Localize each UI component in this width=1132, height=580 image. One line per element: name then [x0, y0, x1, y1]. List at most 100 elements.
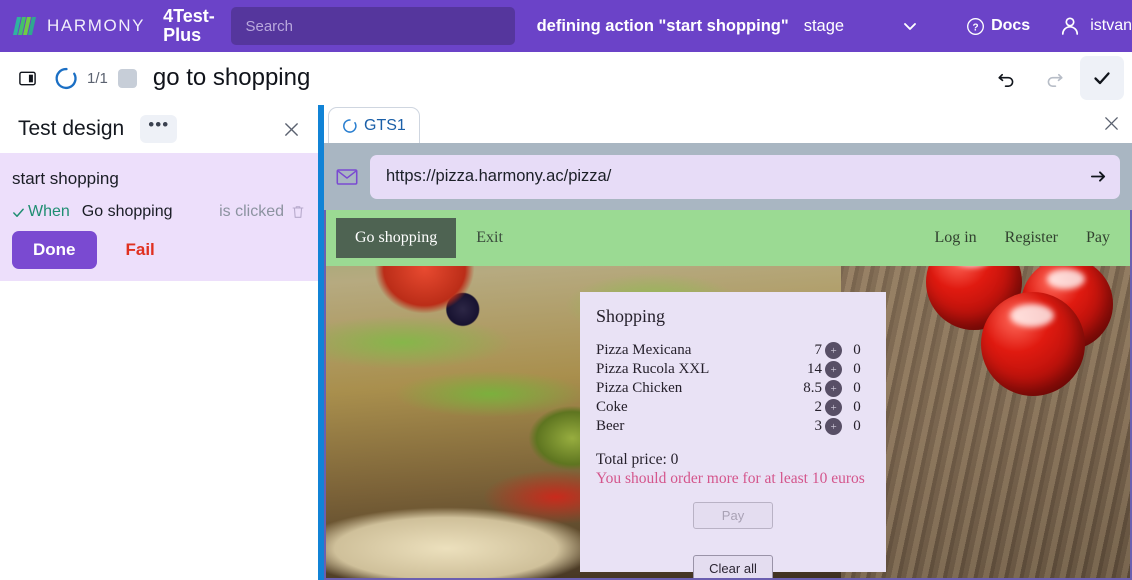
step-counter: 1/1 [87, 69, 108, 87]
add-item-button[interactable]: + [824, 361, 842, 378]
url-bar[interactable] [370, 154, 1120, 199]
app-top-bar: HARMONY 4Test-Plus defining action "star… [0, 0, 1132, 52]
add-item-button[interactable]: + [824, 342, 842, 359]
table-row: Beer 3 + 0 [596, 417, 870, 436]
item-name: Pizza Rucola XXL [596, 361, 710, 377]
pay-link[interactable]: Pay [1086, 229, 1110, 247]
item-name: Coke [596, 399, 628, 415]
table-row: Pizza Chicken 8.5 + 0 [596, 379, 870, 398]
tomato-photo-3 [981, 292, 1085, 396]
browser-tabstrip: GTS1 [324, 105, 1132, 143]
confirm-button[interactable] [1080, 56, 1124, 100]
when-clause[interactable]: When [12, 203, 70, 221]
close-icon [1104, 116, 1118, 130]
search-input[interactable] [231, 7, 515, 45]
item-name: Beer [596, 418, 625, 434]
docs-link[interactable]: ? Docs [966, 17, 1030, 36]
browser-close-button[interactable] [1098, 110, 1124, 136]
stage-dropdown-toggle[interactable] [900, 16, 920, 36]
undo-button[interactable] [984, 56, 1028, 100]
site-navbar: Go shopping Exit Log in Register Pay [326, 210, 1130, 266]
user-menu[interactable]: istvan [1058, 14, 1132, 38]
item-quantity: 0 [853, 342, 861, 358]
table-row: Pizza Rucola XXL 14 + 0 [596, 360, 870, 379]
brand-logo[interactable]: HARMONY [0, 15, 145, 37]
test-design-header: Test design ••• [0, 105, 318, 153]
harmony-logo-icon [13, 17, 36, 35]
url-input[interactable] [384, 166, 1089, 187]
exit-link[interactable]: Exit [476, 229, 503, 247]
action-card: start shopping When Go shopping is click… [0, 153, 318, 281]
fail-button[interactable]: Fail [120, 239, 161, 261]
context-title: defining action "start shopping" [536, 16, 789, 35]
item-price: 8.5 [803, 380, 822, 396]
check-icon [1094, 72, 1110, 85]
envelope-icon [336, 168, 358, 185]
mail-icon[interactable] [336, 168, 358, 186]
navigate-button[interactable] [1089, 167, 1108, 186]
clear-button-wrap: Clear all [596, 555, 870, 578]
embedded-browser: GTS1 https://pizza.harmony.ac/pizza/ Go … [324, 105, 1132, 580]
add-item-button[interactable]: + [824, 380, 842, 397]
page-title: go to shopping [152, 64, 311, 91]
table-row: Pizza Mexicana 7 + 0 [596, 341, 870, 360]
delete-condition-button[interactable] [290, 204, 306, 220]
item-add-cell: + [822, 379, 844, 398]
minimum-order-warning: You should order more for at least 10 eu… [596, 470, 865, 487]
clear-all-button[interactable]: Clear all [693, 555, 773, 578]
shopping-dialog-title: Shopping [596, 306, 666, 326]
pay-button[interactable]: Pay [693, 502, 773, 529]
step-toolbar: 1/1 go to shopping [0, 52, 1132, 105]
action-name: start shopping [12, 169, 119, 188]
login-link[interactable]: Log in [934, 229, 976, 247]
test-design-title: Test design [18, 117, 125, 140]
pay-button-wrap: Pay [596, 502, 870, 529]
item-price: 2 [814, 399, 823, 415]
browser-tab-gts1[interactable]: GTS1 [328, 107, 420, 143]
check-small-icon [13, 208, 24, 217]
total-price: Total price: 0 [596, 451, 679, 468]
item-name: Pizza Mexicana [596, 342, 692, 358]
item-name: Pizza Chicken [596, 380, 683, 396]
docs-label: Docs [991, 17, 1031, 34]
item-add-cell: + [822, 417, 844, 436]
add-item-button[interactable]: + [824, 399, 842, 416]
svg-text:?: ? [973, 22, 979, 33]
condition-target[interactable]: Go shopping [82, 203, 173, 221]
test-design-panel: Test design ••• start shopping When Go s… [0, 105, 318, 580]
item-price: 14 [807, 361, 822, 377]
item-price: 3 [814, 418, 823, 434]
condition-event[interactable]: is clicked [219, 203, 284, 221]
tomato-highlight [1046, 269, 1086, 290]
shopping-items-body: Pizza Mexicana 7 + 0 Pizza Rucola XXL 14… [596, 341, 870, 436]
item-quantity: 0 [853, 361, 861, 377]
condition-row: When Go shopping is clicked [12, 203, 306, 221]
add-item-button[interactable]: + [824, 418, 842, 435]
redo-button[interactable] [1032, 56, 1076, 100]
stage-selector-label[interactable]: stage [804, 17, 844, 36]
test-design-menu-button[interactable]: ••• [140, 115, 178, 143]
redo-icon [1047, 73, 1063, 87]
item-quantity: 0 [853, 380, 861, 396]
table-row: Coke 2 + 0 [596, 398, 870, 417]
trash-icon [292, 206, 304, 218]
close-icon [284, 122, 298, 136]
test-design-close-button[interactable] [276, 114, 306, 144]
shopping-items-table: Pizza Mexicana 7 + 0 Pizza Rucola XXL 14… [596, 341, 870, 436]
browser-tab-label: GTS1 [364, 116, 406, 134]
done-button[interactable]: Done [12, 231, 97, 269]
register-link[interactable]: Register [1005, 229, 1058, 247]
step-status-chip [117, 68, 137, 88]
undo-icon [997, 73, 1013, 87]
rendered-web-page: Go shopping Exit Log in Register Pay Sho… [324, 210, 1132, 580]
go-shopping-button[interactable]: Go shopping [336, 218, 457, 258]
site-nav-links: Log in Register Pay [934, 229, 1120, 247]
chevron-down-icon [904, 23, 917, 30]
panel-layout-icon [19, 71, 36, 85]
toggle-panel-button[interactable] [18, 69, 37, 88]
tab-loading-icon [343, 118, 357, 133]
item-add-cell: + [822, 398, 844, 417]
item-price: 7 [814, 342, 823, 358]
item-add-cell: + [822, 360, 844, 379]
item-quantity: 0 [853, 399, 861, 415]
